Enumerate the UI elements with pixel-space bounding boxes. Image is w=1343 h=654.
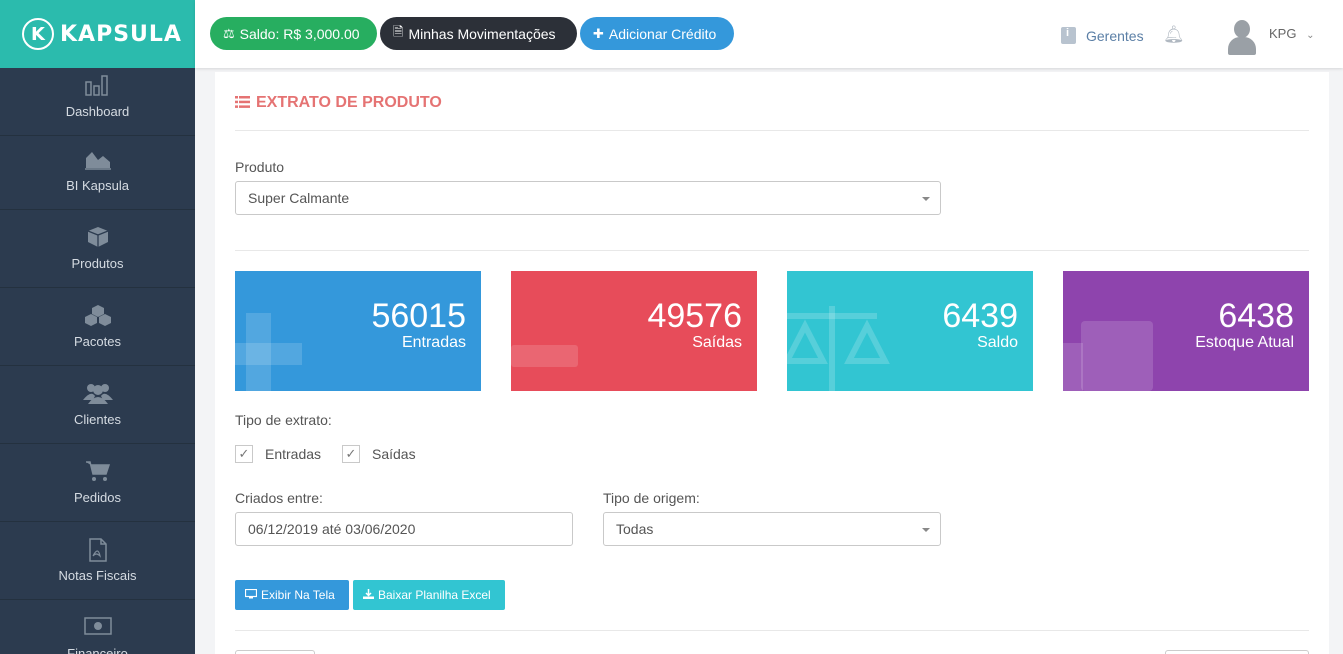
truck-cab-bg-icon — [1063, 343, 1083, 391]
search-input[interactable] — [1165, 650, 1309, 654]
sidebar-item-notas-fiscais[interactable]: Notas Fiscais — [0, 522, 195, 600]
produto-value: Super Calmante — [248, 190, 350, 206]
date-range-input[interactable]: 06/12/2019 até 03/06/2020 — [235, 512, 573, 546]
divider — [235, 130, 1309, 131]
checkbox-label: Saídas — [372, 446, 416, 462]
users-icon — [82, 382, 113, 404]
bell-icon[interactable]: 🔔︎ — [1163, 25, 1185, 45]
sidebar-item-label: Pacotes — [74, 334, 121, 349]
exibir-na-tela-button[interactable]: Exibir Na Tela — [235, 580, 349, 610]
card-label: Saldo — [977, 334, 1018, 351]
avatar[interactable] — [1227, 20, 1257, 55]
card-value: 49576 — [647, 297, 742, 335]
file-pdf-icon — [87, 538, 109, 562]
truck-bg-icon — [1081, 321, 1153, 391]
exibir-label: Exibir Na Tela — [261, 588, 335, 602]
monitor-icon — [244, 588, 258, 602]
plus-icon: ✚ — [593, 25, 604, 41]
saidas-card: 49576 Saídas — [511, 271, 757, 391]
adicionar-credito-label: Adicionar Crédito — [608, 25, 717, 42]
check-icon: ✓ — [342, 445, 360, 463]
page-title: EXTRATO DE PRODUTO — [235, 94, 442, 112]
download-icon — [363, 588, 374, 602]
sidebar-item-label: Produtos — [71, 256, 124, 271]
sidebar-item-dashboard[interactable]: Dashboard — [0, 58, 195, 136]
bar-chart-icon — [84, 74, 111, 96]
movimentacoes-button[interactable]: 🗎 Minhas Movimentações — [380, 17, 577, 50]
cart-icon — [85, 460, 111, 482]
saldo-label: Saldo: R$ 3,000.00 — [239, 25, 360, 42]
estoque-card: 6438 Estoque Atual — [1063, 271, 1309, 391]
logo-mark-icon: K — [22, 18, 54, 50]
list-icon — [235, 95, 250, 111]
cubes-icon — [83, 304, 113, 326]
sidebar-item-label: Clientes — [74, 412, 121, 427]
criados-label: Criados entre: — [235, 490, 323, 506]
cube-icon — [86, 226, 110, 248]
card-label: Estoque Atual — [1195, 334, 1294, 351]
user-name: KPG — [1269, 26, 1297, 41]
extrato-panel: EXTRATO DE PRODUTO Produto Super Calmant… — [215, 72, 1329, 654]
origem-label: Tipo de origem: — [603, 490, 700, 506]
balance-scale-icon: ⚖ — [223, 25, 235, 41]
chevron-down-icon: ⌄ — [1306, 30, 1315, 41]
origem-select[interactable]: Todas — [603, 512, 941, 546]
saldo-card: 6439 Saldo — [787, 271, 1033, 391]
gerentes-label: Gerentes — [1086, 27, 1144, 44]
page-title-text: EXTRATO DE PRODUTO — [256, 94, 442, 111]
sidebar-item-pedidos[interactable]: Pedidos — [0, 444, 195, 522]
sidebar-item-label: BI Kapsula — [66, 178, 129, 193]
origem-value: Todas — [616, 521, 654, 537]
date-range-value: 06/12/2019 até 03/06/2020 — [248, 521, 416, 537]
caret-down-icon — [922, 528, 930, 532]
tipo-extrato-label: Tipo de extrato: — [235, 412, 332, 428]
movimentacoes-label: Minhas Movimentações — [408, 25, 556, 42]
divider — [235, 250, 1309, 251]
file-icon: 🗎 — [393, 23, 404, 39]
brand-name: KAPSULA — [60, 21, 182, 47]
divider — [235, 630, 1309, 631]
minus-bg-icon — [511, 345, 578, 367]
area-chart-icon — [84, 148, 112, 170]
sidebar-item-label: Dashboard — [65, 104, 130, 119]
baixar-excel-button[interactable]: Baixar Planilha Excel — [353, 580, 505, 610]
produto-label: Produto — [235, 159, 285, 175]
info-icon — [1061, 27, 1076, 44]
sidebar-item-label: Notas Fiscais — [58, 568, 137, 583]
card-label: Entradas — [401, 334, 466, 351]
card-value: 6439 — [942, 297, 1018, 335]
checkbox-label: Entradas — [265, 446, 322, 462]
avatar-body — [1228, 37, 1256, 55]
sidebar-item-clientes[interactable]: Clientes — [0, 366, 195, 444]
gerentes-link[interactable]: Gerentes — [1061, 27, 1144, 44]
plus-bg-icon-vertical — [246, 313, 271, 391]
entradas-card: 56015 Entradas — [235, 271, 481, 391]
page-size-select[interactable] — [235, 650, 315, 654]
caret-down-icon — [922, 197, 930, 201]
sidebar: Dashboard BI Kapsula Produtos Pacotes Cl… — [0, 68, 195, 654]
sidebar-item-label: Pedidos — [74, 490, 121, 505]
check-icon: ✓ — [235, 445, 253, 463]
baixar-label: Baixar Planilha Excel — [378, 588, 491, 602]
saidas-checkbox[interactable]: ✓ Saídas — [342, 445, 416, 463]
sidebar-item-pacotes[interactable]: Pacotes — [0, 288, 195, 366]
card-value: 6438 — [1218, 297, 1294, 335]
card-value: 56015 — [371, 297, 466, 335]
saldo-button[interactable]: ⚖ Saldo: R$ 3,000.00 — [210, 17, 377, 50]
top-bar: ⚖ Saldo: R$ 3,000.00 🗎 Minhas Movimentaç… — [195, 0, 1343, 68]
sidebar-item-produtos[interactable]: Produtos — [0, 210, 195, 288]
entradas-checkbox[interactable]: ✓ Entradas — [235, 445, 321, 463]
adicionar-credito-button[interactable]: ✚ Adicionar Crédito — [580, 17, 734, 50]
sidebar-item-label: Financeiro — [67, 646, 128, 654]
sidebar-item-financeiro[interactable]: Financeiro — [0, 600, 195, 654]
money-icon — [83, 616, 112, 638]
balance-scale-bg-icon — [787, 306, 890, 391]
card-label: Saídas — [692, 334, 742, 351]
sidebar-item-bi-kapsula[interactable]: BI Kapsula — [0, 132, 195, 210]
user-menu[interactable]: KPG ⌄ — [1269, 26, 1314, 41]
avatar-head — [1234, 20, 1250, 38]
produto-select[interactable]: Super Calmante — [235, 181, 941, 215]
